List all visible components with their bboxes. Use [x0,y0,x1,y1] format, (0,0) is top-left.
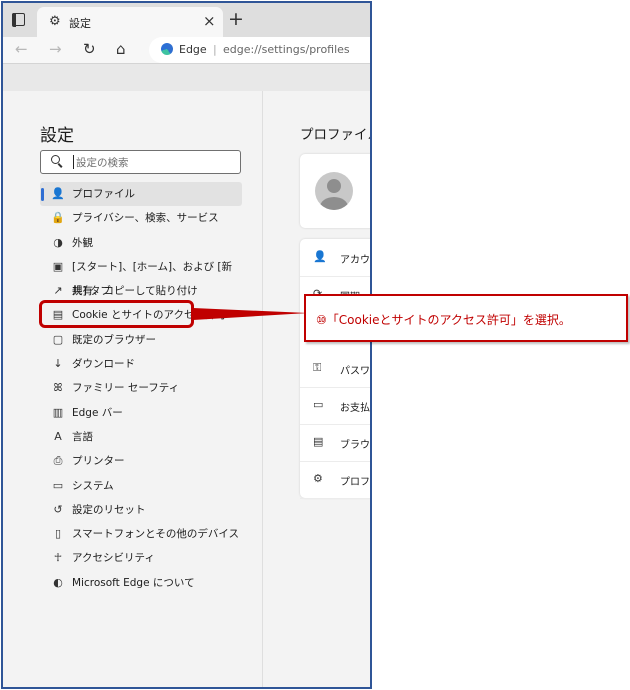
callout-text: ⑩「Cookieとサイトのアクセス許可」を選択。 [316,313,571,327]
callout-connector [193,308,308,320]
callout-box: ⑩「Cookieとサイトのアクセス許可」を選択。 [304,294,628,342]
